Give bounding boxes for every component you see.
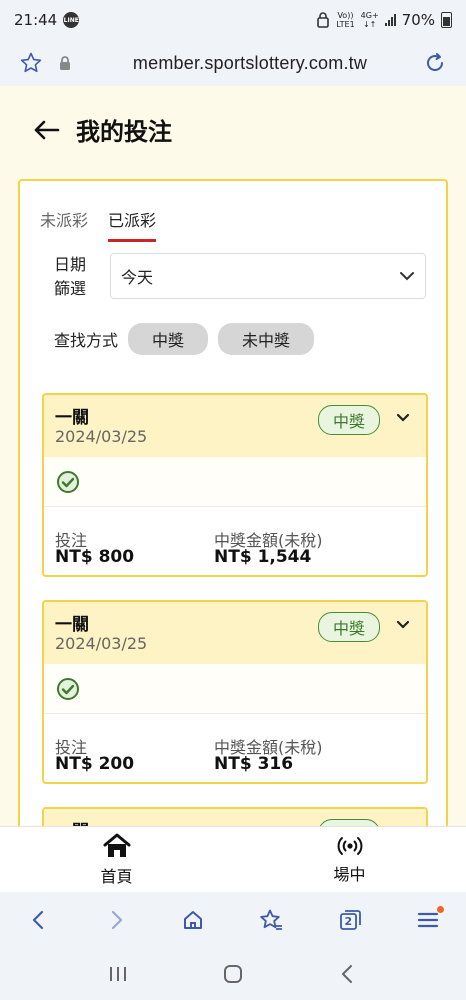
forward-icon[interactable]	[104, 908, 128, 932]
notification-dot-icon	[436, 906, 444, 913]
tab-settled[interactable]: 已派彩	[108, 207, 157, 242]
page-title: 我的投注	[76, 118, 172, 146]
stake-value: NT$ 800	[55, 547, 135, 567]
status-badge: 中獎	[318, 405, 381, 435]
bet-card-footer: 投注 NT$ 800 中獎金額(未稅) NT$ 1,544	[44, 507, 426, 575]
battery-percent: 70%	[401, 11, 435, 29]
reload-icon[interactable]	[420, 48, 450, 78]
back-arrow-icon[interactable]	[32, 119, 60, 141]
status-badge: 中獎	[318, 612, 381, 642]
page-content: 我的投注 未派彩 已派彩 日期篩選 今天 查找方式 中獎 未中獎 一關 2024…	[0, 86, 466, 826]
chevron-down-icon[interactable]	[396, 413, 410, 423]
winnings-value: NT$ 316	[214, 754, 294, 774]
check-circle-icon	[57, 470, 79, 493]
bet-card[interactable]: 一關 2024/03/25 中獎 投注 NT$ 200 中獎金額(未稅) NT$…	[42, 600, 428, 784]
bet-type: 一關	[55, 408, 89, 428]
bet-card-header: 一關 2024/03/25 中獎	[44, 395, 426, 457]
stake-value: NT$ 200	[55, 754, 135, 774]
network-indicator: 4G+ ↓↑	[360, 11, 379, 29]
page-header: 我的投注	[32, 112, 172, 147]
home-button-icon[interactable]	[222, 963, 244, 985]
nav-home[interactable]: 首頁	[0, 827, 233, 892]
search-method-label: 查找方式	[54, 331, 119, 350]
browser-home-icon[interactable]	[181, 908, 205, 932]
status-bar: 21:44 LINE Vo)) LTE1 4G+ ↓↑ 70%	[0, 0, 466, 40]
url-text[interactable]: member.sportslottery.com.tw	[80, 53, 420, 74]
tabs-button[interactable]: 2	[337, 908, 363, 932]
bet-card[interactable]: 一關 中獎	[42, 807, 428, 826]
bet-card-header: 一關 中獎	[44, 809, 426, 826]
bookmark-star-icon[interactable]	[16, 48, 46, 78]
bets-panel: 未派彩 已派彩 日期篩選 今天 查找方式 中獎 未中獎 一關 2024/03/2…	[18, 179, 448, 826]
bet-card[interactable]: 一關 2024/03/25 中獎 投注 NT$ 800 中獎金額(未稅) NT$…	[42, 393, 428, 577]
chip-won[interactable]: 中獎	[128, 323, 209, 355]
back-icon[interactable]	[27, 908, 51, 932]
bet-type: 一關	[55, 615, 89, 635]
bet-date: 2024/03/25	[55, 427, 148, 446]
recent-apps-icon[interactable]	[107, 964, 129, 984]
bet-card-footer: 投注 NT$ 200 中獎金額(未稅) NT$ 316	[44, 714, 426, 782]
nav-live[interactable]: 場中	[233, 827, 466, 892]
date-filter-select[interactable]: 今天	[110, 253, 426, 299]
bookmarks-icon[interactable]	[258, 908, 284, 932]
android-nav-bar	[0, 948, 466, 1000]
tab-bar: 未派彩 已派彩	[40, 207, 157, 242]
status-badge: 中獎	[318, 819, 381, 826]
system-back-icon[interactable]	[337, 963, 359, 985]
chip-not-won[interactable]: 未中獎	[218, 323, 315, 355]
volte-indicator: Vo)) LTE1	[336, 11, 355, 29]
date-filter-label: 日期篩選	[54, 255, 87, 298]
battery-icon	[441, 12, 452, 28]
alarm-lock-icon	[317, 12, 330, 28]
date-filter-value: 今天	[121, 268, 154, 287]
browser-url-bar: member.sportslottery.com.tw	[0, 40, 466, 86]
tab-count: 2	[344, 915, 353, 928]
chevron-down-icon[interactable]	[396, 620, 410, 630]
signal-icon	[384, 14, 396, 26]
check-circle-icon	[57, 677, 79, 700]
nav-live-label: 場中	[333, 864, 366, 884]
status-time: 21:44	[14, 11, 58, 29]
bet-check-row	[44, 664, 426, 714]
menu-icon	[417, 912, 438, 928]
nav-home-label: 首頁	[100, 866, 133, 886]
line-app-icon: LINE	[63, 12, 80, 28]
bet-date: 2024/03/25	[55, 634, 148, 653]
bottom-nav: 首頁 場中	[0, 826, 466, 892]
lock-icon	[50, 48, 80, 78]
bet-check-row	[44, 457, 426, 507]
browser-toolbar: 2	[0, 892, 466, 948]
live-icon	[337, 836, 362, 855]
bet-type: 一關	[55, 817, 89, 826]
bet-card-header: 一關 2024/03/25 中獎	[44, 602, 426, 664]
tab-unsettled[interactable]: 未派彩	[40, 207, 88, 242]
home-icon	[103, 833, 130, 857]
menu-button[interactable]	[416, 906, 444, 932]
winnings-value: NT$ 1,544	[214, 547, 312, 567]
search-method-row: 查找方式 中獎 未中獎	[54, 323, 315, 355]
chevron-down-icon	[400, 272, 414, 281]
status-icons: Vo)) LTE1 4G+ ↓↑ 70%	[316, 11, 452, 29]
